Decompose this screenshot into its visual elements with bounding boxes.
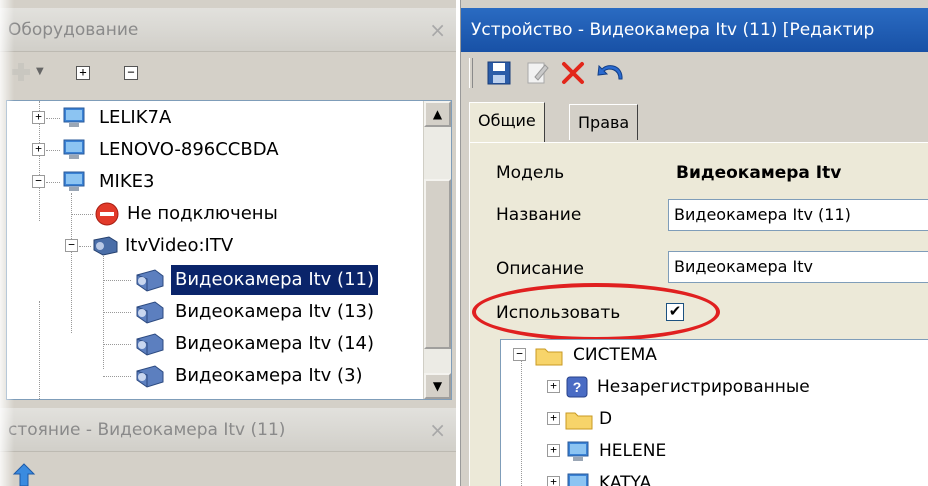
tree-node-label: СИСТЕМА xyxy=(573,345,657,365)
equipment-toolbar: ▼ + − xyxy=(0,52,456,96)
tree-node[interactable]: Видеокамера Itv (11) xyxy=(7,265,417,295)
tree-scrollbar[interactable]: ▲ ▼ xyxy=(423,101,451,399)
name-field[interactable]: Видеокамера Itv (11) xyxy=(668,199,928,231)
tree-node-label: Видеокамера Itv (3) xyxy=(175,365,363,386)
model-label: Модель xyxy=(496,163,565,183)
tree-node-label: Не подключены xyxy=(127,203,278,224)
general-tab-panel: Модель Видеокамера Itv Название Видеокам… xyxy=(469,142,928,486)
highlight-ellipse xyxy=(472,283,720,341)
expand-icon[interactable]: + xyxy=(547,380,560,393)
tree-node-label: HELENE xyxy=(599,441,667,461)
expand-icon[interactable]: + xyxy=(547,476,560,486)
state-panel-title: стояние - Видеокамера Itv (11) × xyxy=(0,408,456,452)
up-arrow-icon[interactable] xyxy=(12,462,36,486)
name-label: Название xyxy=(496,205,582,225)
undo-icon[interactable] xyxy=(595,59,625,91)
tree-node-label: Видеокамера Itv (13) xyxy=(175,301,375,322)
tree-node[interactable]: + LELIK7A xyxy=(7,103,417,133)
tree-node[interactable]: + ? Незарегистрированные xyxy=(501,372,921,402)
equipment-panel-title-text: Оборудование xyxy=(8,20,139,40)
tree-node[interactable]: Видеокамера Itv (14) xyxy=(7,329,417,359)
tree-node-label: Видеокамера Itv (14) xyxy=(175,333,375,354)
close-icon[interactable]: × xyxy=(429,8,446,52)
tree-node-label: LELIK7A xyxy=(99,107,172,128)
collapse-icon[interactable]: − xyxy=(32,175,45,188)
model-value: Видеокамера Itv xyxy=(676,163,842,183)
tree-node[interactable]: + D xyxy=(501,404,921,434)
tree-node-label: D xyxy=(599,409,613,429)
collapse-icon[interactable]: − xyxy=(65,239,78,252)
collapse-icon[interactable]: − xyxy=(513,348,526,361)
add-icon[interactable] xyxy=(10,61,32,87)
expand-icon[interactable]: + xyxy=(547,444,560,457)
computer-icon xyxy=(565,471,591,486)
expand-icon[interactable]: + xyxy=(32,143,45,156)
tree-node-label: MIKE3 xyxy=(99,171,155,192)
tree-node-label: LENOVO-896CCBDA xyxy=(99,139,279,160)
expand-icon[interactable]: + xyxy=(547,412,560,425)
tab-general[interactable]: Общие xyxy=(469,102,545,142)
tree-node[interactable]: Видеокамера Itv (3) xyxy=(7,361,417,391)
equipment-panel-title: Оборудование × xyxy=(0,8,456,52)
state-panel-title-text: стояние - Видеокамера Itv (11) xyxy=(8,420,286,440)
svg-text:?: ? xyxy=(573,379,582,395)
equipment-tree[interactable]: + LELIK7A + LENOVO-896CCBDA − MIKE3 Не п… xyxy=(6,100,452,400)
tab-rights[interactable]: Права xyxy=(569,104,639,140)
edit-icon[interactable] xyxy=(523,59,551,91)
description-field[interactable]: Видеокамера Itv xyxy=(668,251,928,283)
scroll-up-arrow-icon[interactable]: ▲ xyxy=(424,101,451,127)
device-window-title: Устройство - Видеокамера Itv (11) [Редак… xyxy=(461,8,928,52)
scroll-down-arrow-icon[interactable]: ▼ xyxy=(424,373,451,399)
dropdown-arrow-icon[interactable]: ▼ xyxy=(36,66,44,77)
tree-node[interactable]: Видеокамера Itv (13) xyxy=(7,297,417,327)
scrollbar-thumb[interactable] xyxy=(424,179,451,349)
tree-node[interactable]: + HELENE xyxy=(501,436,921,466)
close-icon[interactable]: × xyxy=(429,408,446,452)
description-label: Описание xyxy=(496,259,584,279)
tree-node[interactable]: − ItvVideo:ITV xyxy=(7,231,417,261)
group-tree[interactable]: − СИСТЕМА + ? Незарегистрированные + D +… xyxy=(500,339,928,486)
tree-node[interactable]: + KATYA xyxy=(501,468,921,486)
save-icon[interactable] xyxy=(485,59,513,91)
tree-node-label: ItvVideo:ITV xyxy=(125,235,234,256)
tree-node-label: KATYA xyxy=(599,473,652,486)
delete-icon[interactable] xyxy=(559,59,587,91)
tree-node-label-selected: Видеокамера Itv (11) xyxy=(171,265,379,295)
video-server-icon xyxy=(91,234,121,268)
device-window: Устройство - Видеокамера Itv (11) [Редак… xyxy=(460,0,928,486)
expand-icon[interactable]: + xyxy=(32,111,45,124)
camera-icon xyxy=(133,363,167,399)
equipment-pane: Оборудование × ▼ + − + LELIK7A + LENOVO-… xyxy=(0,0,456,486)
device-toolbar xyxy=(461,52,928,96)
expand-all-icon[interactable]: + xyxy=(76,66,90,80)
collapse-all-icon[interactable]: − xyxy=(124,66,138,80)
tree-node-label: Незарегистрированные xyxy=(597,377,810,397)
tree-node[interactable]: − MIKE3 xyxy=(7,167,417,197)
tree-node[interactable]: + LENOVO-896CCBDA xyxy=(7,135,417,165)
tree-node[interactable]: − СИСТЕМА xyxy=(501,340,921,370)
toolbar-grip xyxy=(469,58,473,88)
tree-node[interactable]: Не подключены xyxy=(7,199,417,229)
